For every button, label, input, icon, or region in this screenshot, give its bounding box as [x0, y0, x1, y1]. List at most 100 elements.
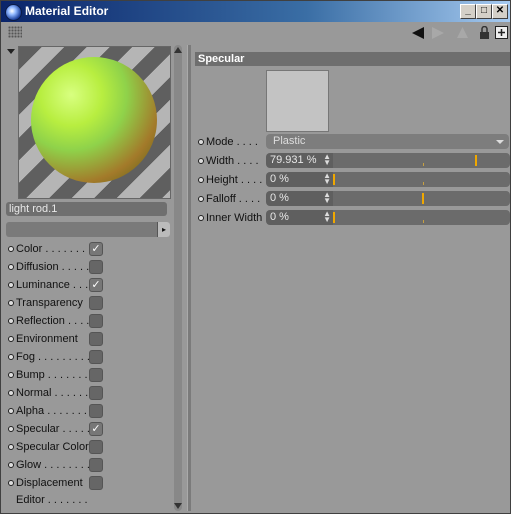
- channel-checkbox[interactable]: [89, 368, 103, 382]
- material-preview[interactable]: [18, 46, 171, 199]
- param-value: 0 %: [270, 192, 289, 204]
- channel-item[interactable]: Bump . . . . . . .: [7, 367, 107, 384]
- channel-checkbox[interactable]: [89, 296, 103, 310]
- section-header: Specular: [195, 52, 510, 66]
- param-slider[interactable]: [333, 153, 510, 168]
- channel-dot-icon: [8, 282, 14, 288]
- channel-label: Reflection . . . .: [16, 315, 90, 327]
- scroll-up-icon[interactable]: [174, 47, 182, 53]
- spinner-icon[interactable]: ▲ ▼: [323, 172, 331, 186]
- slider-knob[interactable]: [422, 193, 424, 204]
- spinner-icon[interactable]: ▲ ▼: [323, 191, 331, 205]
- slider-knob[interactable]: [475, 155, 477, 166]
- toolbar: [1, 23, 510, 43]
- channel-item[interactable]: Color . . . . . . . . ✓: [7, 241, 107, 258]
- new-window-icon[interactable]: [495, 26, 508, 39]
- scrollbar-track[interactable]: [174, 45, 182, 511]
- vertical-scrollbar[interactable]: [173, 45, 183, 511]
- channel-checkbox[interactable]: [89, 386, 103, 400]
- preview-menu-icon[interactable]: [7, 49, 15, 54]
- channel-dot-icon: [8, 246, 14, 252]
- app-icon: [5, 4, 22, 21]
- channel-item[interactable]: Displacement: [7, 475, 107, 492]
- close-button[interactable]: ✕: [492, 4, 508, 19]
- channel-checkbox[interactable]: [89, 350, 103, 364]
- channel-label: Specular . . . . .: [16, 423, 90, 435]
- param-dot-icon[interactable]: [198, 158, 204, 164]
- channel-label: Normal . . . . . .: [16, 387, 89, 399]
- slider-midpoint-tick: [423, 220, 424, 223]
- channel-item[interactable]: Specular . . . . . ✓: [7, 421, 107, 438]
- param-value: 79.931 %: [270, 154, 317, 166]
- channel-item[interactable]: Alpha . . . . . . .: [7, 403, 107, 420]
- channel-checkbox[interactable]: [89, 476, 103, 490]
- scroll-down-icon[interactable]: [174, 503, 182, 509]
- specular-preview-swatch: [266, 70, 329, 132]
- channel-checkbox[interactable]: [89, 260, 103, 274]
- channel-label: Color . . . . . . . .: [16, 243, 92, 255]
- slider-right-arrow-icon[interactable]: ▸: [157, 222, 170, 237]
- channel-item[interactable]: Glow . . . . . . . .: [7, 457, 107, 474]
- preview-slider[interactable]: ▸: [6, 222, 170, 237]
- channel-item[interactable]: Luminance . . . ✓: [7, 277, 107, 294]
- channel-item[interactable]: Reflection . . . .: [7, 313, 107, 330]
- param-dot-icon[interactable]: [198, 215, 204, 221]
- channel-checkbox[interactable]: [89, 440, 103, 454]
- param-dot-icon[interactable]: [198, 196, 204, 202]
- channel-label: Alpha . . . . . . .: [16, 405, 87, 417]
- channel-item[interactable]: Transparency: [7, 295, 107, 312]
- channel-item[interactable]: Diffusion . . . . .: [7, 259, 107, 276]
- param-value-field[interactable]: 0 % ▲ ▼: [266, 210, 333, 225]
- material-editor-window: Material Editor _ □ ✕ light rod.1 ▸ Colo…: [0, 0, 511, 514]
- mode-dropdown[interactable]: Plastic: [266, 134, 509, 149]
- param-slider[interactable]: [333, 172, 510, 187]
- minimize-button[interactable]: _: [460, 4, 476, 19]
- param-slider[interactable]: [333, 191, 510, 206]
- slider-knob[interactable]: [333, 212, 335, 223]
- channel-checkbox[interactable]: [89, 458, 103, 472]
- back-arrow-icon[interactable]: [412, 27, 424, 39]
- window-title: Material Editor: [25, 4, 109, 18]
- grip-icon[interactable]: [8, 26, 22, 38]
- channel-label: Displacement: [16, 477, 83, 489]
- channel-checkbox[interactable]: [89, 404, 103, 418]
- channel-checkbox[interactable]: ✓: [89, 242, 103, 256]
- channel-label: Specular Color: [16, 441, 89, 453]
- param-slider[interactable]: [333, 210, 510, 225]
- channel-item[interactable]: Fog . . . . . . . . .: [7, 349, 107, 366]
- param-dot-icon[interactable]: [198, 139, 204, 145]
- maximize-button[interactable]: □: [476, 4, 492, 19]
- channel-checkbox[interactable]: [89, 332, 103, 346]
- panel-divider[interactable]: [187, 45, 191, 511]
- param-value-field[interactable]: 79.931 % ▲ ▼: [266, 153, 333, 168]
- channel-label: Editor . . . . . . .: [16, 494, 88, 506]
- param-dot-icon[interactable]: [198, 177, 204, 183]
- up-arrow-icon[interactable]: [456, 26, 469, 39]
- channel-dot-icon: [8, 372, 14, 378]
- channel-item[interactable]: Environment: [7, 331, 107, 348]
- param-value-field[interactable]: 0 % ▲ ▼: [266, 191, 333, 206]
- channel-dot-icon: [8, 462, 14, 468]
- channel-checkbox[interactable]: [89, 314, 103, 328]
- channel-item[interactable]: Normal . . . . . .: [7, 385, 107, 402]
- channel-label: Transparency: [16, 297, 83, 309]
- param-value-field[interactable]: 0 % ▲ ▼: [266, 172, 333, 187]
- param-label: Height . . . .: [206, 174, 263, 186]
- spinner-icon[interactable]: ▲ ▼: [323, 210, 331, 224]
- channel-item[interactable]: Specular Color: [7, 439, 107, 456]
- lock-icon[interactable]: [478, 25, 491, 39]
- channel-label: Environment: [16, 333, 78, 345]
- channel-dot-icon: [8, 354, 14, 360]
- editor-channel[interactable]: Editor . . . . . . .: [7, 492, 107, 509]
- slider-knob[interactable]: [333, 174, 335, 185]
- forward-arrow-icon[interactable]: [432, 27, 444, 39]
- channel-checkbox[interactable]: ✓: [89, 422, 103, 436]
- param-label: Inner Width: [206, 212, 263, 224]
- title-bar[interactable]: Material Editor _ □ ✕: [1, 1, 510, 22]
- param-label: Width . . . .: [206, 155, 259, 167]
- material-name-field[interactable]: light rod.1: [6, 202, 167, 216]
- preview-sphere: [31, 57, 157, 183]
- slider-midpoint-tick: [423, 163, 424, 166]
- channel-checkbox[interactable]: ✓: [89, 278, 103, 292]
- spinner-icon[interactable]: ▲ ▼: [323, 153, 331, 167]
